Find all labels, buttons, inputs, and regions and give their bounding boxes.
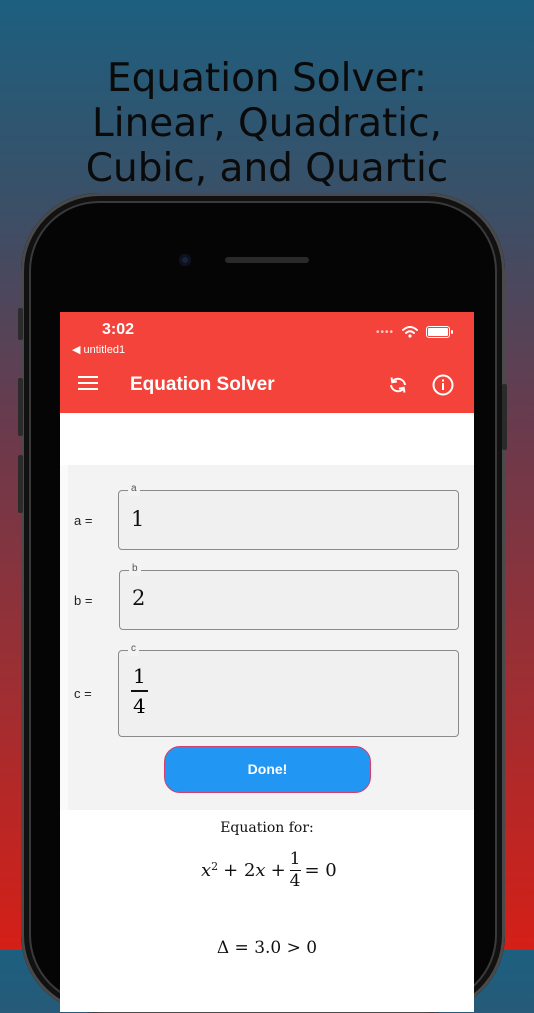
field-legend-c: c [128,642,139,656]
eq-term-2: + 2 [223,860,256,882]
coefficient-a-field[interactable]: a 1 [118,482,459,550]
banner-area [60,413,474,465]
menu-icon[interactable] [78,376,98,392]
fraction-denominator: 4 [133,693,146,718]
phone-silent-switch [18,308,23,340]
label-b: b = [74,593,93,608]
field-legend-a: a [128,482,140,496]
coefficient-a-value: 1 [131,507,145,531]
status-icons: •••• [375,326,453,338]
done-button[interactable]: Done! [164,746,371,793]
label-c: c = [74,686,92,701]
battery-icon [426,326,453,338]
app-bar: 3:02 ◀ untitled1 •••• Equation Solver [60,312,474,413]
back-to-app-link[interactable]: ◀ untitled1 [72,343,125,356]
phone-power-button [502,384,507,450]
eq-x2: x [255,860,266,882]
phone-volume-up [18,378,23,436]
field-legend-b: b [129,562,141,576]
label-a: a = [74,513,93,528]
refresh-icon[interactable] [386,373,410,397]
coefficient-c-fraction: 1 4 [131,663,148,719]
phone-volume-down [18,455,23,513]
equation-caption: Equation for: [220,820,314,836]
discriminant-line: Δ = 3.0 > 0 [216,938,318,958]
coefficient-b-field[interactable]: b 2 [119,562,459,630]
app-title: Equation Solver [130,374,275,395]
coefficient-b-value: 2 [132,586,146,610]
status-time: 3:02 [102,321,135,338]
equation-display: x 2 + 2 x + 1 4 = 0 [201,850,337,891]
eq-x: x [201,860,212,882]
promo-title: Equation Solver: Linear, Quadratic, Cubi… [85,56,449,191]
eq-fraction-denominator: 4 [289,871,301,892]
eq-fraction-numerator: 1 [289,849,301,869]
eq-equals-zero: = 0 [304,860,337,882]
fraction-bar [131,690,148,692]
signal-icon: •••• [375,326,394,338]
fraction-numerator: 1 [133,664,146,688]
front-camera [179,254,191,266]
eq-exponent: 2 [211,860,219,874]
info-icon[interactable] [431,373,455,397]
app-screen: 3:02 ◀ untitled1 •••• Equation Solver a … [60,312,474,1012]
eq-plus: + [270,860,286,882]
result-panel: Equation for: x 2 + 2 x + 1 4 = 0 Δ = 3.… [60,810,474,1012]
eq-fraction: 1 4 [289,849,301,892]
earpiece-speaker [225,257,309,263]
coefficient-c-field[interactable]: c 1 4 [118,642,459,737]
wifi-icon [402,326,418,338]
